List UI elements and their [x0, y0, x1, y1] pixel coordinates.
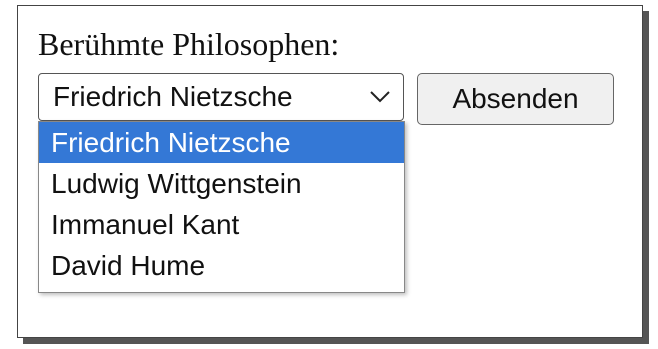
form-label: Berühmte Philosophen:: [38, 26, 340, 62]
submit-button[interactable]: Absenden: [417, 73, 614, 125]
select-dropdown-list: Friedrich Nietzsche Ludwig Wittgenstein …: [38, 121, 405, 293]
option-ludwig-wittgenstein[interactable]: Ludwig Wittgenstein: [39, 163, 404, 204]
option-david-hume[interactable]: David Hume: [39, 245, 404, 286]
option-immanuel-kant[interactable]: Immanuel Kant: [39, 204, 404, 245]
philosopher-select[interactable]: Friedrich Nietzsche: [38, 73, 404, 121]
select-value: Friedrich Nietzsche: [53, 81, 293, 112]
chevron-down-icon: [370, 91, 390, 103]
page-frame: Berühmte Philosophen: Friedrich Nietzsch…: [17, 5, 643, 338]
option-friedrich-nietzsche[interactable]: Friedrich Nietzsche: [39, 122, 404, 163]
